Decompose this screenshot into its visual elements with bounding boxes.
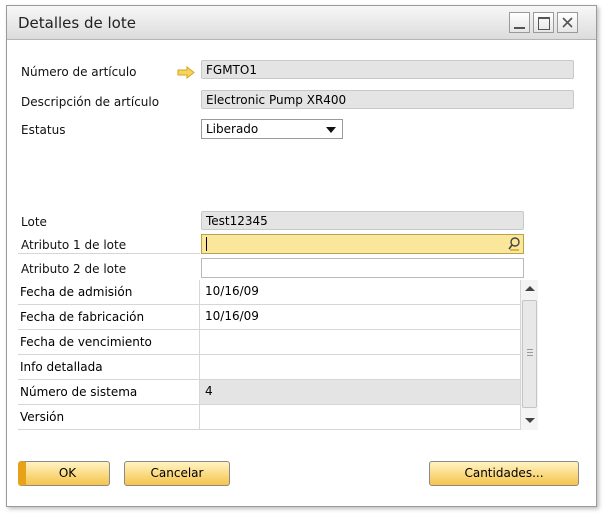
minimize-icon [514, 27, 525, 29]
link-arrow-icon[interactable] [177, 66, 196, 79]
batch-field[interactable]: Test12345 [201, 211, 524, 230]
text-cursor [206, 237, 207, 251]
batch-attribute-1-label: Atributo 1 de lote [21, 238, 127, 252]
scroll-up-button[interactable] [521, 280, 538, 297]
title-bar: Detalles de lote [7, 6, 596, 40]
grid-row-detailed-info[interactable]: Info detallada [18, 355, 520, 380]
quantities-button[interactable]: Cantidades... [429, 461, 579, 486]
grid-row-version[interactable]: Versión [18, 405, 520, 430]
grid-scrollbar[interactable] [520, 280, 538, 430]
chevron-up-icon [525, 286, 535, 291]
item-number-field[interactable]: FGMTO1 [201, 60, 574, 79]
window-title: Detalles de lote [18, 14, 136, 32]
chevron-down-icon [525, 418, 535, 423]
system-number-value: 4 [199, 380, 520, 404]
batch-attribute-2-input[interactable] [201, 258, 524, 278]
lookup-icon[interactable] [508, 237, 521, 251]
scroll-down-button[interactable] [521, 412, 538, 429]
detailed-info-value[interactable] [199, 355, 520, 379]
grid-row-expiration-date[interactable]: Fecha de vencimiento [18, 330, 520, 355]
manufacturing-date-value[interactable]: 10/16/09 [199, 305, 520, 329]
ok-button[interactable]: OK [18, 461, 110, 486]
grid-row-label: Fecha de admisión [20, 285, 133, 299]
version-value[interactable] [199, 405, 520, 429]
grid-row-label: Info detallada [20, 360, 103, 374]
maximize-icon [538, 17, 550, 30]
grid-row-admission-date[interactable]: Fecha de admisión 10/16/09 [18, 280, 520, 305]
grid-row-system-number: Número de sistema 4 [18, 380, 520, 405]
status-select[interactable]: Liberado [201, 119, 343, 139]
batch-details-window: Detalles de lote Número de artículo FGMT… [6, 5, 597, 507]
item-number-label: Número de artículo [21, 65, 137, 79]
admission-date-value[interactable]: 10/16/09 [199, 280, 520, 304]
grid-row-label: Versión [20, 410, 65, 424]
maximize-button[interactable] [533, 12, 554, 33]
batch-attribute-2-label: Atributo 2 de lote [21, 262, 127, 276]
scroll-thumb[interactable] [522, 300, 537, 408]
separator [18, 253, 200, 254]
close-button[interactable] [557, 12, 578, 33]
expiration-date-value[interactable] [199, 330, 520, 354]
grid-row-manufacturing-date[interactable]: Fecha de fabricación 10/16/09 [18, 305, 520, 330]
chevron-down-icon [326, 127, 336, 133]
grid-row-label: Número de sistema [20, 385, 138, 399]
item-description-label: Descripción de artículo [21, 95, 160, 109]
batch-attribute-1-input[interactable] [201, 234, 524, 254]
grid-row-label: Fecha de vencimiento [20, 335, 152, 349]
item-description-field[interactable]: Electronic Pump XR400 [201, 90, 574, 109]
batch-label: Lote [21, 215, 47, 229]
grid-row-label: Fecha de fabricación [20, 310, 145, 324]
cancel-button[interactable]: Cancelar [124, 461, 230, 486]
close-icon [562, 17, 573, 28]
status-label: Estatus [21, 123, 66, 137]
status-value: Liberado [206, 122, 259, 136]
grip-icon [527, 349, 533, 357]
minimize-button[interactable] [509, 12, 530, 33]
